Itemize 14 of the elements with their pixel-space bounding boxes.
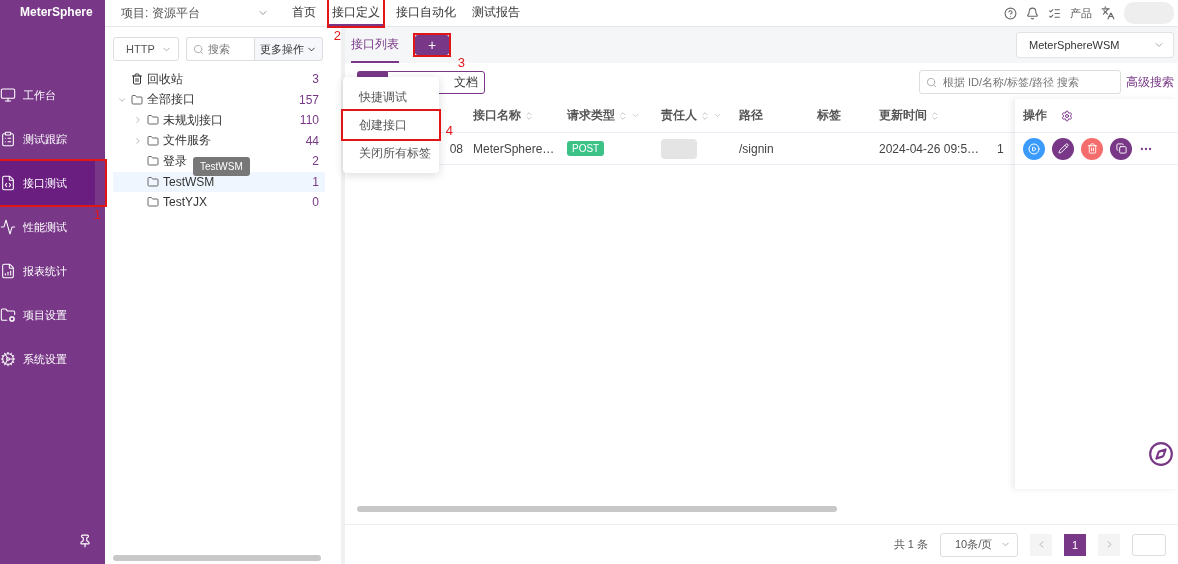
column-header: 操作 <box>1023 107 1047 124</box>
annotation-number: 2 <box>333 29 341 42</box>
brand-name: MeterSphere <box>19 4 94 21</box>
tooltip: TestWSM <box>193 157 250 176</box>
table-cell-text: 08 <box>449 141 464 156</box>
total-count: 共 1 条 <box>893 537 928 552</box>
table-cell: 2024-04-26 09:5… <box>879 141 980 156</box>
table-cell: /signin <box>739 141 774 156</box>
table-cell: 1 <box>997 141 1004 156</box>
annotation-number: 4 <box>445 124 453 137</box>
method-tag: POST <box>567 141 605 156</box>
table-cell: MeterSphere… <box>473 141 555 156</box>
annotation-number: 1 <box>93 208 101 221</box>
annotation-number: 3 <box>457 56 465 69</box>
